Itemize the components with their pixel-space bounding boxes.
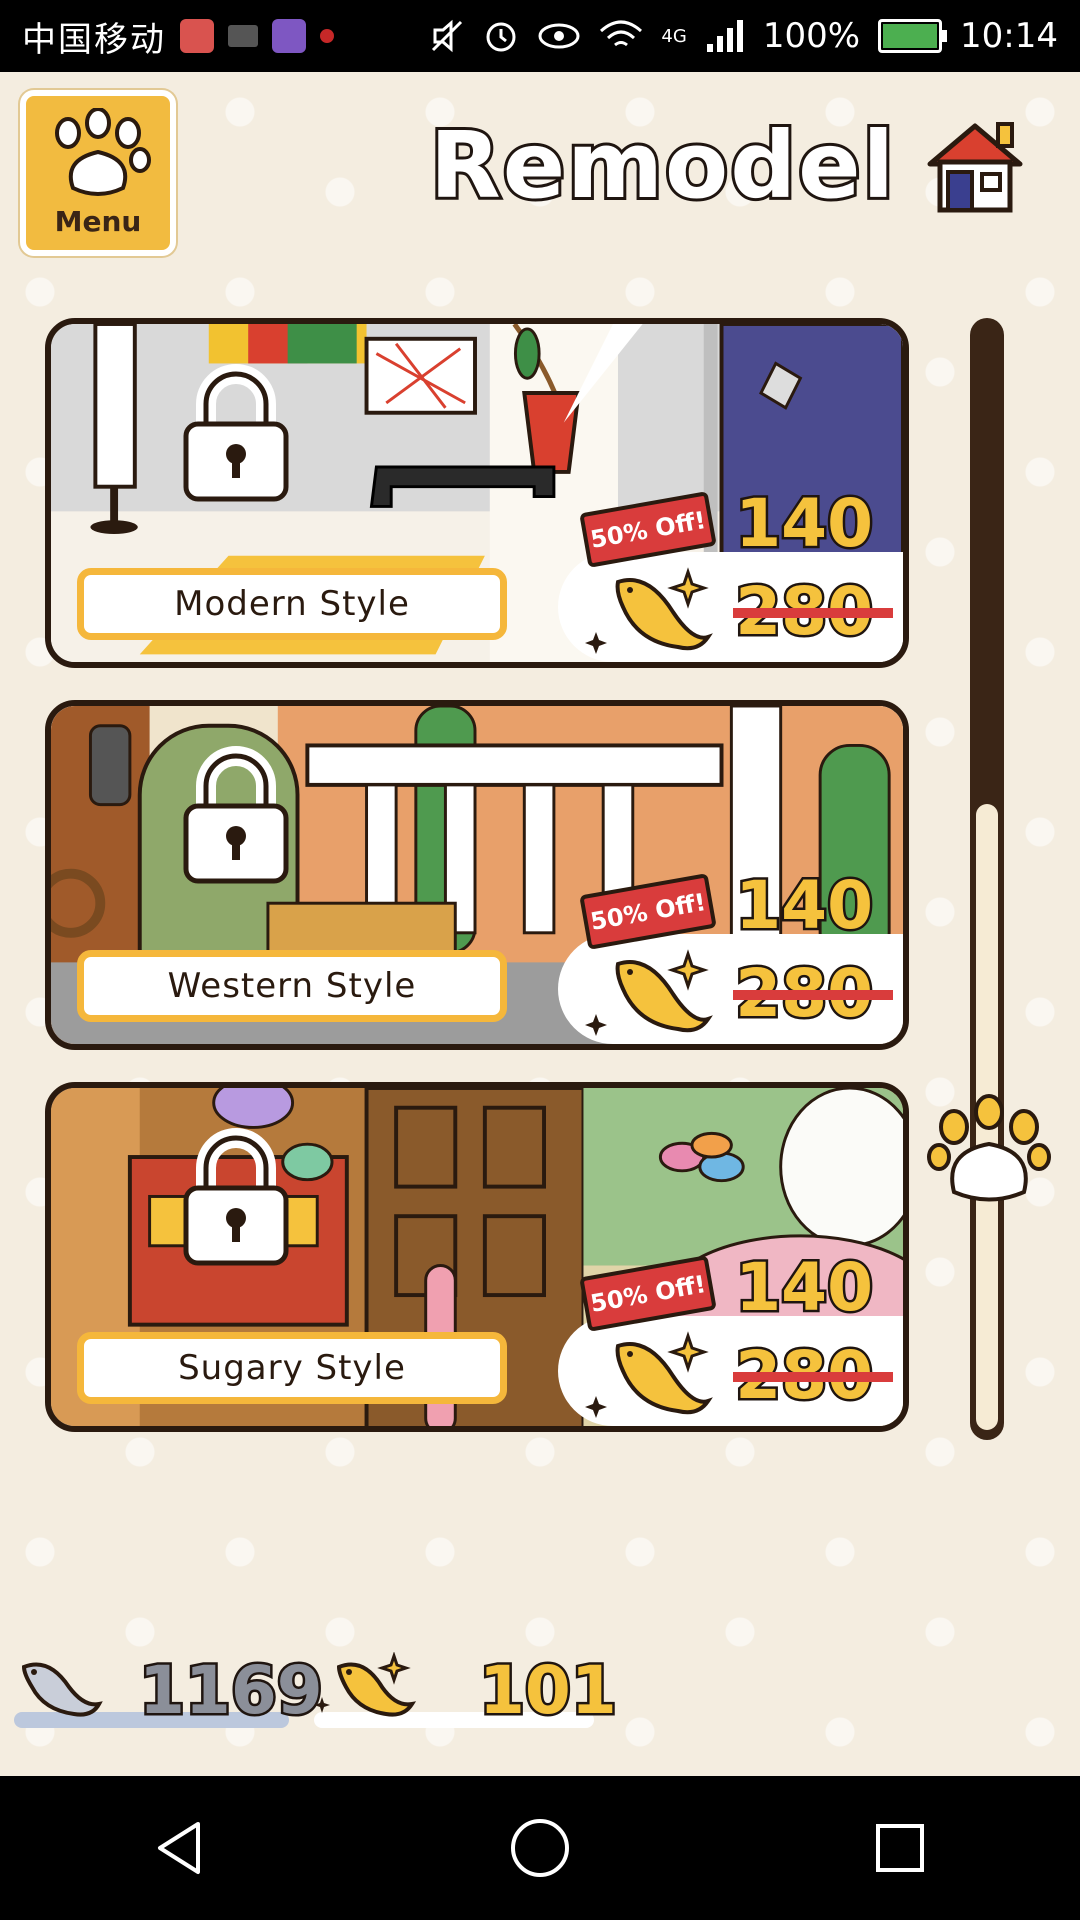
paw-icon <box>55 108 151 196</box>
scrollbar[interactable] <box>970 318 1004 1440</box>
lock-icon <box>183 364 289 502</box>
triangle-back-icon <box>158 1822 200 1874</box>
currency-bar: 1169 101 <box>14 1650 620 1732</box>
remodel-card-western[interactable]: Western Style 50% Off! 140 280 <box>45 700 909 1050</box>
back-button[interactable] <box>140 1808 220 1888</box>
remodel-list: Modern Style 50% Off! 140 280 Western St… <box>45 318 915 1464</box>
price-strikethrough <box>733 608 893 618</box>
signal-icon <box>706 20 743 52</box>
style-name: Western Style <box>77 950 507 1022</box>
alarm-icon <box>486 22 516 52</box>
gold-fish-icon <box>585 567 713 654</box>
style-name: Modern Style <box>77 568 507 640</box>
carrier-name: 中国移动 <box>22 19 166 60</box>
silver-fish-icon <box>21 1662 103 1717</box>
style-name: Sugary Style <box>77 1332 507 1404</box>
remodel-card-modern[interactable]: Modern Style 50% Off! 140 280 <box>45 318 909 668</box>
gold-fish-icon <box>585 1331 713 1418</box>
network-type: 4G <box>661 26 687 47</box>
gallery-icon <box>272 19 306 53</box>
gold-fish-count: 101 <box>477 1650 620 1732</box>
paw-icon[interactable] <box>924 1092 1054 1212</box>
mute-icon <box>432 19 463 53</box>
battery-icon <box>878 19 948 53</box>
price-strikethrough <box>733 990 893 1000</box>
eye-icon <box>538 23 580 49</box>
price-strikethrough <box>733 1372 893 1382</box>
app-notification-icon <box>320 29 334 43</box>
recent-apps-button[interactable] <box>860 1808 940 1888</box>
gold-fish-icon <box>314 1652 417 1717</box>
menu-button[interactable]: Menu <box>20 90 176 256</box>
remodel-card-sugary[interactable]: Sugary Style 50% Off! 140 280 <box>45 1082 909 1432</box>
clock: 10:14 <box>960 16 1058 56</box>
mail-icon <box>228 25 258 47</box>
square-recent-icon <box>876 1824 924 1872</box>
gold-fish-icon <box>585 949 713 1036</box>
page-title: Remodel <box>427 109 897 222</box>
sale-price: 140 <box>733 865 876 947</box>
home-button[interactable] <box>500 1808 580 1888</box>
wifi-icon <box>600 20 643 47</box>
battery-percent: 100% <box>762 16 861 56</box>
circle-home-icon <box>511 1819 569 1877</box>
missed-call-icon <box>180 19 214 53</box>
system-nav-bar <box>0 1776 1080 1920</box>
menu-label: Menu <box>54 205 142 238</box>
lock-icon <box>183 1128 289 1266</box>
sale-price: 140 <box>733 1247 876 1329</box>
status-bar: 中国移动 4G 100% 10:14 <box>0 0 1080 72</box>
lock-icon <box>183 746 289 884</box>
house-icon <box>927 121 1023 212</box>
remodel-screen: Menu Remodel Modern Style 50% Off! 140 2… <box>0 72 1080 1776</box>
sale-price: 140 <box>733 483 876 565</box>
page-header: Remodel <box>427 109 1030 222</box>
silver-fish-count: 1169 <box>137 1650 326 1732</box>
